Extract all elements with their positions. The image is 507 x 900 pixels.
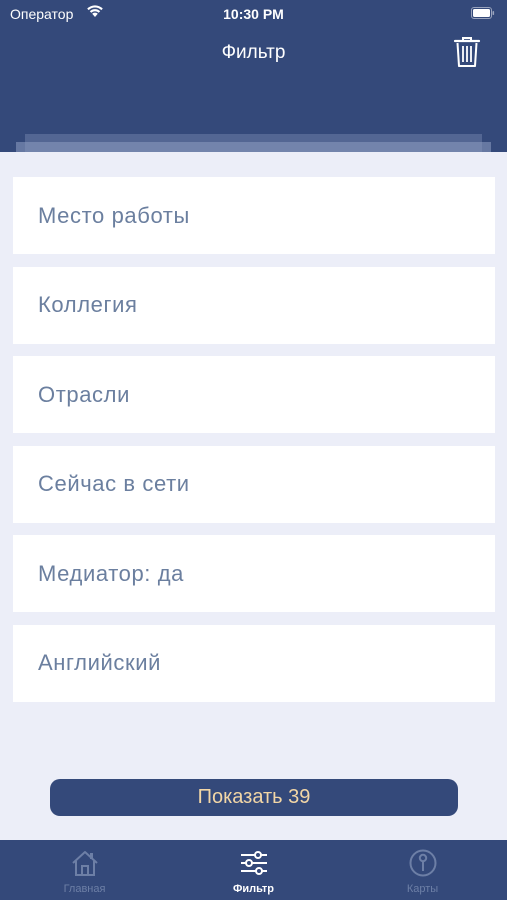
filter-item-label: Место работы xyxy=(38,202,190,228)
filter-item-mediator[interactable]: Медиатор: да xyxy=(13,535,495,612)
filter-list: Место работы Коллегия Отрасли Сейчас в с… xyxy=(13,177,495,714)
filter-item-english[interactable]: Английский xyxy=(13,624,495,702)
filter-item-online-now[interactable]: Сейчас в сети xyxy=(13,445,495,523)
page-title: Фильтр xyxy=(221,42,286,63)
filter-item-label: Английский xyxy=(38,650,161,675)
tab-bar: Главная Фильтр Карты xyxy=(0,840,507,900)
header-decoration-lower xyxy=(16,142,491,152)
filter-item-label: Отрасли xyxy=(38,381,130,407)
filter-item-label: Сейчас в сети xyxy=(38,471,190,496)
tab-maps-label: Карты xyxy=(406,883,439,895)
status-bar: Оператор 10:30 PM xyxy=(0,0,507,30)
map-pin-icon xyxy=(409,849,436,877)
tab-home[interactable]: Главная xyxy=(0,840,169,900)
sliders-icon xyxy=(240,851,267,875)
tab-filter[interactable]: Фильтр xyxy=(169,840,338,900)
filter-item-label: Коллегия xyxy=(38,292,138,317)
tab-maps[interactable]: Карты xyxy=(338,840,507,900)
tab-home-label: Главная xyxy=(63,883,106,895)
battery-icon xyxy=(471,7,495,19)
filter-item-industries[interactable]: Отрасли xyxy=(13,356,495,433)
trash-icon[interactable] xyxy=(453,36,481,68)
header: Оператор 10:30 PM Фильтр xyxy=(0,0,507,152)
filter-item-label: Медиатор: да xyxy=(38,560,184,586)
status-time: 10:30 PM xyxy=(223,6,284,22)
show-results-button[interactable]: Показать 39 xyxy=(50,779,458,816)
tab-filter-label: Фильтр xyxy=(232,883,275,895)
home-icon xyxy=(71,851,98,876)
filter-item-collegium[interactable]: Коллегия xyxy=(13,266,495,344)
filter-item-workplace[interactable]: Место работы xyxy=(13,177,495,254)
